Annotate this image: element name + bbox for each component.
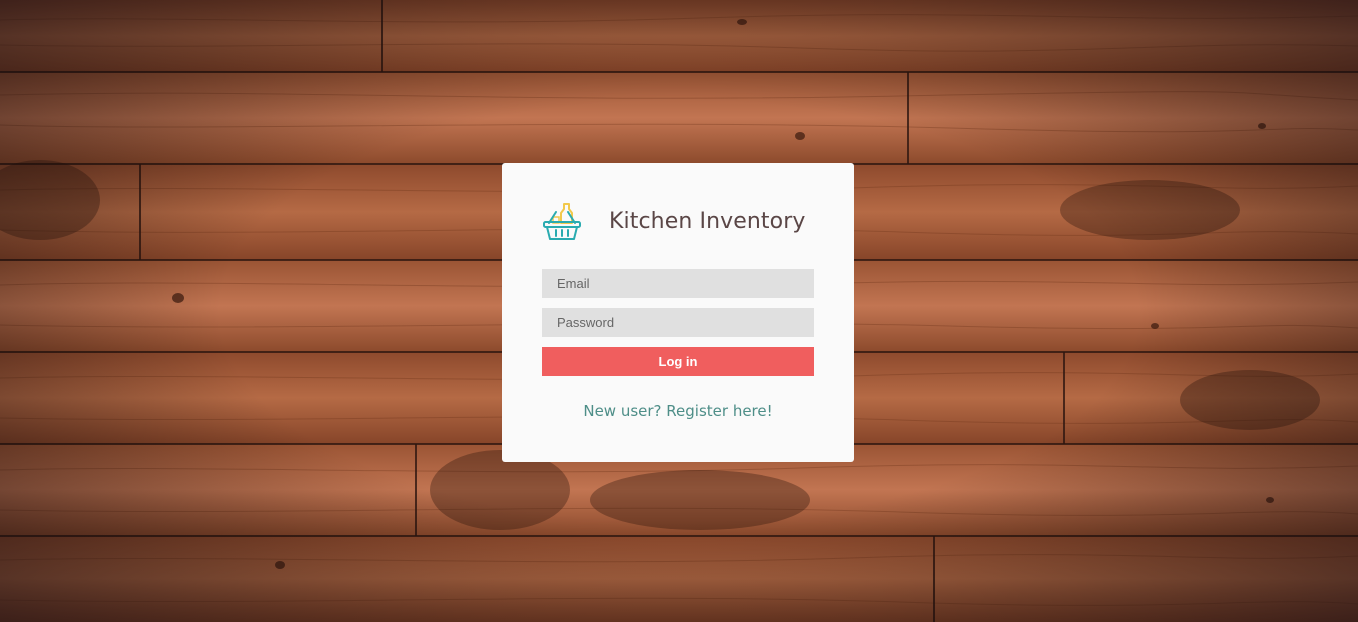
password-field[interactable]	[542, 308, 814, 337]
app-title: Kitchen Inventory	[609, 209, 806, 234]
login-card: Kitchen Inventory Log in New user? Regis…	[502, 163, 854, 462]
basket-icon	[542, 201, 582, 243]
email-field[interactable]	[542, 269, 814, 298]
register-link[interactable]: New user? Register here!	[502, 402, 854, 420]
brand-header: Kitchen Inventory	[542, 201, 814, 247]
login-button[interactable]: Log in	[542, 347, 814, 376]
